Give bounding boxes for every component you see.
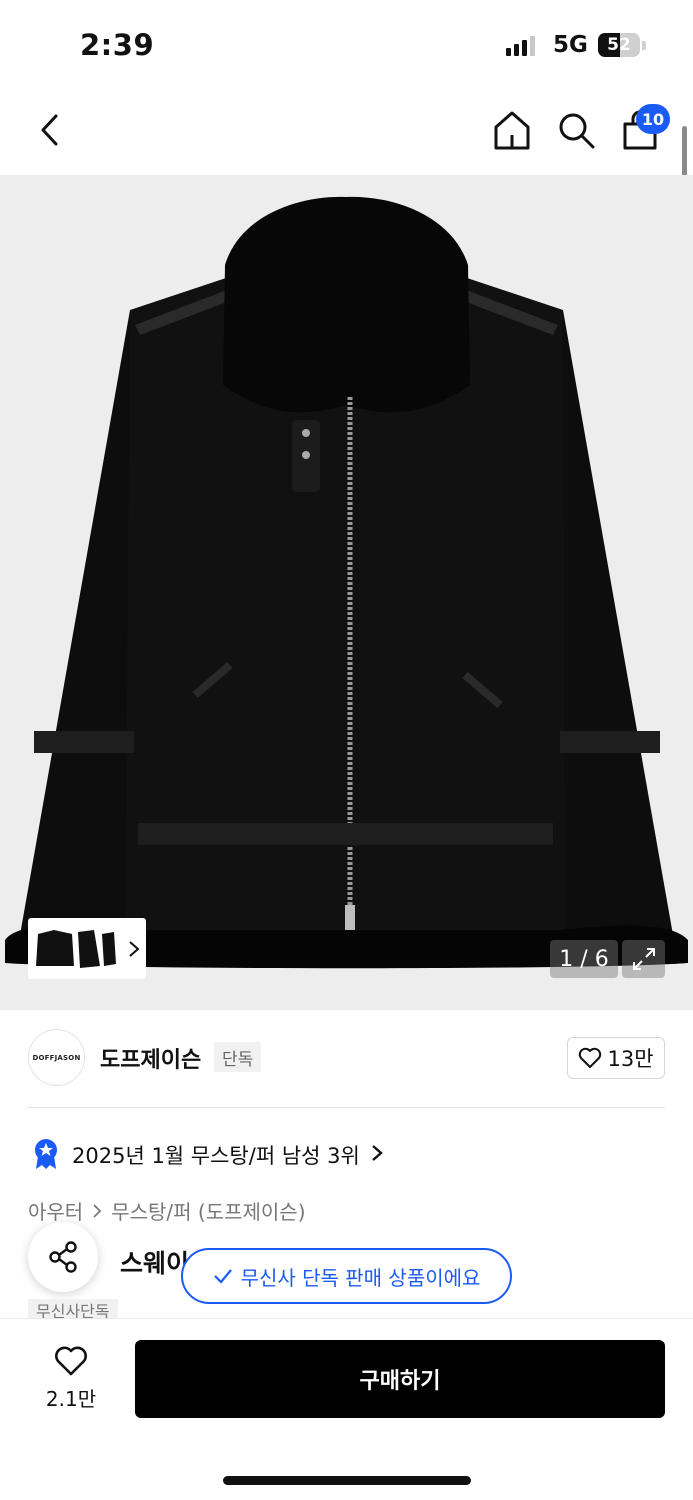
chevron-right-icon	[370, 1143, 384, 1167]
cart-count-badge: 10	[636, 104, 670, 134]
breadcrumb: 아우터 무스탕/퍼 (도프제이슨)	[28, 1196, 306, 1225]
brand-like-count: 13만	[607, 1047, 654, 1071]
toast-text: 무신사 단독 판매 상품이에요	[240, 1265, 481, 1290]
home-button[interactable]	[490, 108, 534, 152]
wish-count: 2.1만	[45, 1387, 97, 1411]
check-icon	[213, 1269, 232, 1284]
back-button[interactable]	[30, 110, 70, 150]
search-icon	[559, 113, 595, 149]
exclusive-badge: 단독	[214, 1042, 262, 1072]
network-type: 5G	[553, 32, 588, 58]
chevron-left-icon	[41, 114, 58, 146]
exclusive-toast: 무신사 단독 판매 상품이에요	[181, 1248, 512, 1304]
ranking-link[interactable]: 2025년 1월 무스탕/퍼 남성 3위	[72, 1140, 360, 1170]
home-icon	[494, 111, 530, 150]
share-icon	[49, 1241, 77, 1273]
brand-name[interactable]: 도프제이슨	[100, 1042, 201, 1074]
status-time: 2:39	[80, 28, 155, 62]
home-indicator	[223, 1476, 471, 1485]
thumbnail-images	[36, 929, 116, 968]
chevron-right-icon	[93, 1203, 102, 1218]
battery-tip	[642, 41, 646, 50]
share-button[interactable]	[28, 1222, 98, 1292]
divider	[28, 1107, 665, 1108]
jacket-illustration	[5, 196, 688, 969]
battery-icon: 52	[598, 33, 640, 57]
breadcrumb-item-category[interactable]: 무스탕/퍼 (도프제이슨)	[111, 1196, 305, 1225]
thumbnail-strip[interactable]	[28, 918, 146, 979]
image-pager: 1 / 6	[550, 940, 618, 978]
cellular-signal-icon	[506, 34, 535, 56]
brand-logo[interactable]: DOFFJASON	[28, 1029, 85, 1086]
brand-like-button[interactable]: 13만	[567, 1037, 665, 1079]
ranking-badge-icon	[32, 1138, 60, 1174]
chevron-right-icon	[129, 940, 140, 957]
expand-icon	[632, 948, 655, 970]
heart-icon	[55, 1346, 87, 1376]
product-image[interactable]	[0, 175, 693, 1010]
heart-icon	[579, 1047, 602, 1068]
battery-level: 52	[607, 35, 631, 55]
wish-button[interactable]: 2.1만	[40, 1345, 102, 1412]
expand-button[interactable]	[622, 940, 665, 978]
search-button[interactable]	[554, 108, 598, 152]
breadcrumb-item-outer[interactable]: 아우터	[28, 1196, 83, 1225]
buy-button[interactable]: 구매하기	[135, 1340, 665, 1418]
